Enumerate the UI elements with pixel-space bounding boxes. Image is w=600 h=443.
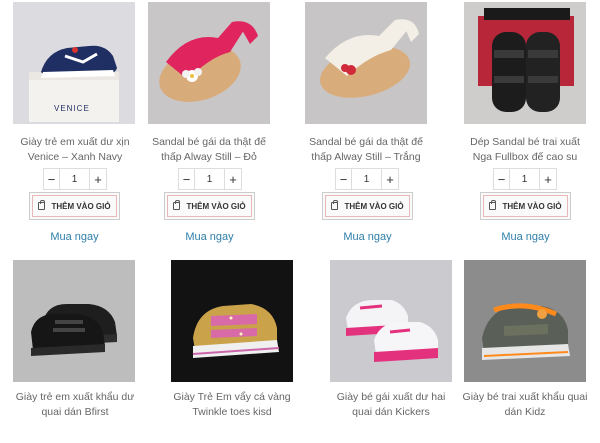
add-to-cart-label: THÊM VÀO GIỎ bbox=[344, 201, 404, 211]
product-image-red-sandal[interactable] bbox=[148, 2, 270, 124]
minus-button[interactable]: − bbox=[494, 169, 510, 189]
add-to-cart-label: THÊM VÀO GIỎ bbox=[502, 201, 562, 211]
plus-button[interactable]: + bbox=[382, 169, 398, 189]
product-name-line1: Giày Trẻ Em vẩy cá vàng bbox=[173, 391, 291, 403]
quantity-input[interactable]: 1 bbox=[195, 169, 225, 189]
plus-button[interactable]: + bbox=[225, 169, 241, 189]
black-boy-sandal-icon bbox=[464, 2, 586, 124]
product-name[interactable]: Giày bé trai xuất khẩu quai dán Kidz bbox=[459, 390, 591, 420]
red-girl-sandal-icon bbox=[148, 2, 270, 124]
shopping-bag-icon bbox=[331, 200, 339, 210]
quantity-stepper[interactable]: − 1 + bbox=[335, 168, 399, 190]
minus-button[interactable]: − bbox=[44, 169, 60, 189]
product-name[interactable]: Sandal bé gái da thật đế thấp Alway Stil… bbox=[144, 135, 274, 165]
quantity-stepper[interactable]: − 1 + bbox=[178, 168, 242, 190]
quantity-input[interactable]: 1 bbox=[352, 169, 382, 189]
add-to-cart-button[interactable]: THÊM VÀO GIỎ bbox=[480, 192, 571, 220]
buy-now-link[interactable]: Mua ngay bbox=[322, 231, 413, 243]
product-image-bfirst[interactable] bbox=[13, 260, 135, 382]
buy-now-link[interactable]: Mua ngay bbox=[480, 231, 571, 243]
product-name-line2: dán Kidz bbox=[504, 406, 546, 418]
product-image-boy-sandal[interactable] bbox=[464, 2, 586, 124]
add-to-cart-label: THÊM VÀO GIỎ bbox=[51, 201, 111, 211]
product-image-twinkle-toes[interactable] bbox=[171, 260, 293, 382]
minus-button[interactable]: − bbox=[179, 169, 195, 189]
plus-button[interactable]: + bbox=[540, 169, 556, 189]
product-name-line2: thấp Alway Still – Trắng bbox=[311, 151, 421, 163]
product-name-line2: quai dán Kickers bbox=[352, 406, 430, 418]
buy-now-link[interactable]: Mua ngay bbox=[29, 231, 120, 243]
product-name-line2: Nga Fullbox đế cao su bbox=[472, 151, 578, 163]
product-image-white-sandal[interactable] bbox=[305, 2, 427, 124]
add-to-cart-button[interactable]: THÊM VÀO GIỎ bbox=[164, 192, 255, 220]
product-name-line2: quai dán Bfirst bbox=[41, 406, 109, 418]
product-name-line1: Sandal bé gái da thật đế bbox=[152, 136, 266, 148]
product-image-kidz[interactable] bbox=[464, 260, 586, 382]
shopping-bag-icon bbox=[489, 200, 497, 210]
product-name-line1: Giày trẻ em xuất dư xịn bbox=[20, 136, 130, 148]
gold-sequin-sneaker-icon bbox=[171, 260, 293, 382]
product-name[interactable]: Dép Sandal bé trai xuất Nga Fullbox đế c… bbox=[459, 135, 591, 165]
product-name-line2: Twinkle toes kisd bbox=[192, 406, 272, 418]
quantity-input[interactable]: 1 bbox=[60, 169, 90, 189]
product-name[interactable]: Giày Trẻ Em vẩy cá vàng Twinkle toes kis… bbox=[166, 390, 298, 420]
product-name-line1: Giày bé trai xuất khẩu quai bbox=[462, 391, 588, 403]
grey-orange-sneaker-icon bbox=[464, 260, 586, 382]
product-name-line1: Dép Sandal bé trai xuất bbox=[470, 136, 580, 148]
product-name[interactable]: Giày trẻ em xuất dư xịn Venice – Xanh Na… bbox=[10, 135, 140, 165]
add-to-cart-button[interactable]: THÊM VÀO GIỎ bbox=[29, 192, 120, 220]
product-name[interactable]: Giày bé gái xuất dư hai quai dán Kickers bbox=[326, 390, 456, 420]
quantity-stepper[interactable]: − 1 + bbox=[493, 168, 557, 190]
plus-button[interactable]: + bbox=[90, 169, 106, 189]
product-name[interactable]: Giày trẻ em xuất khẩu dư quai dán Bfirst bbox=[10, 390, 140, 420]
product-name-line1: Giày trẻ em xuất khẩu dư bbox=[15, 391, 135, 403]
white-girl-sandal-icon bbox=[305, 2, 427, 124]
shopping-bag-icon bbox=[38, 200, 46, 210]
product-name-line1: Sandal bé gái da thật đế bbox=[309, 136, 423, 148]
quantity-input[interactable]: 1 bbox=[510, 169, 540, 189]
product-name-line2: Venice – Xanh Navy bbox=[27, 151, 123, 163]
shopping-bag-icon bbox=[173, 200, 181, 210]
product-image-kickers[interactable] bbox=[330, 260, 452, 382]
quantity-stepper[interactable]: − 1 + bbox=[43, 168, 107, 190]
white-pink-sneaker-icon bbox=[330, 260, 452, 382]
add-to-cart-button[interactable]: THÊM VÀO GIỎ bbox=[322, 192, 413, 220]
buy-now-link[interactable]: Mua ngay bbox=[164, 231, 255, 243]
product-name[interactable]: Sandal bé gái da thật đế thấp Alway Stil… bbox=[301, 135, 431, 165]
minus-button[interactable]: − bbox=[336, 169, 352, 189]
black-sneaker-icon bbox=[13, 260, 135, 382]
add-to-cart-label: THÊM VÀO GIỎ bbox=[186, 201, 246, 211]
product-name-line1: Giày bé gái xuất dư hai bbox=[336, 391, 446, 403]
product-name-line2: thấp Alway Still – Đỏ bbox=[161, 151, 257, 163]
box-label: VENICE bbox=[54, 104, 90, 113]
